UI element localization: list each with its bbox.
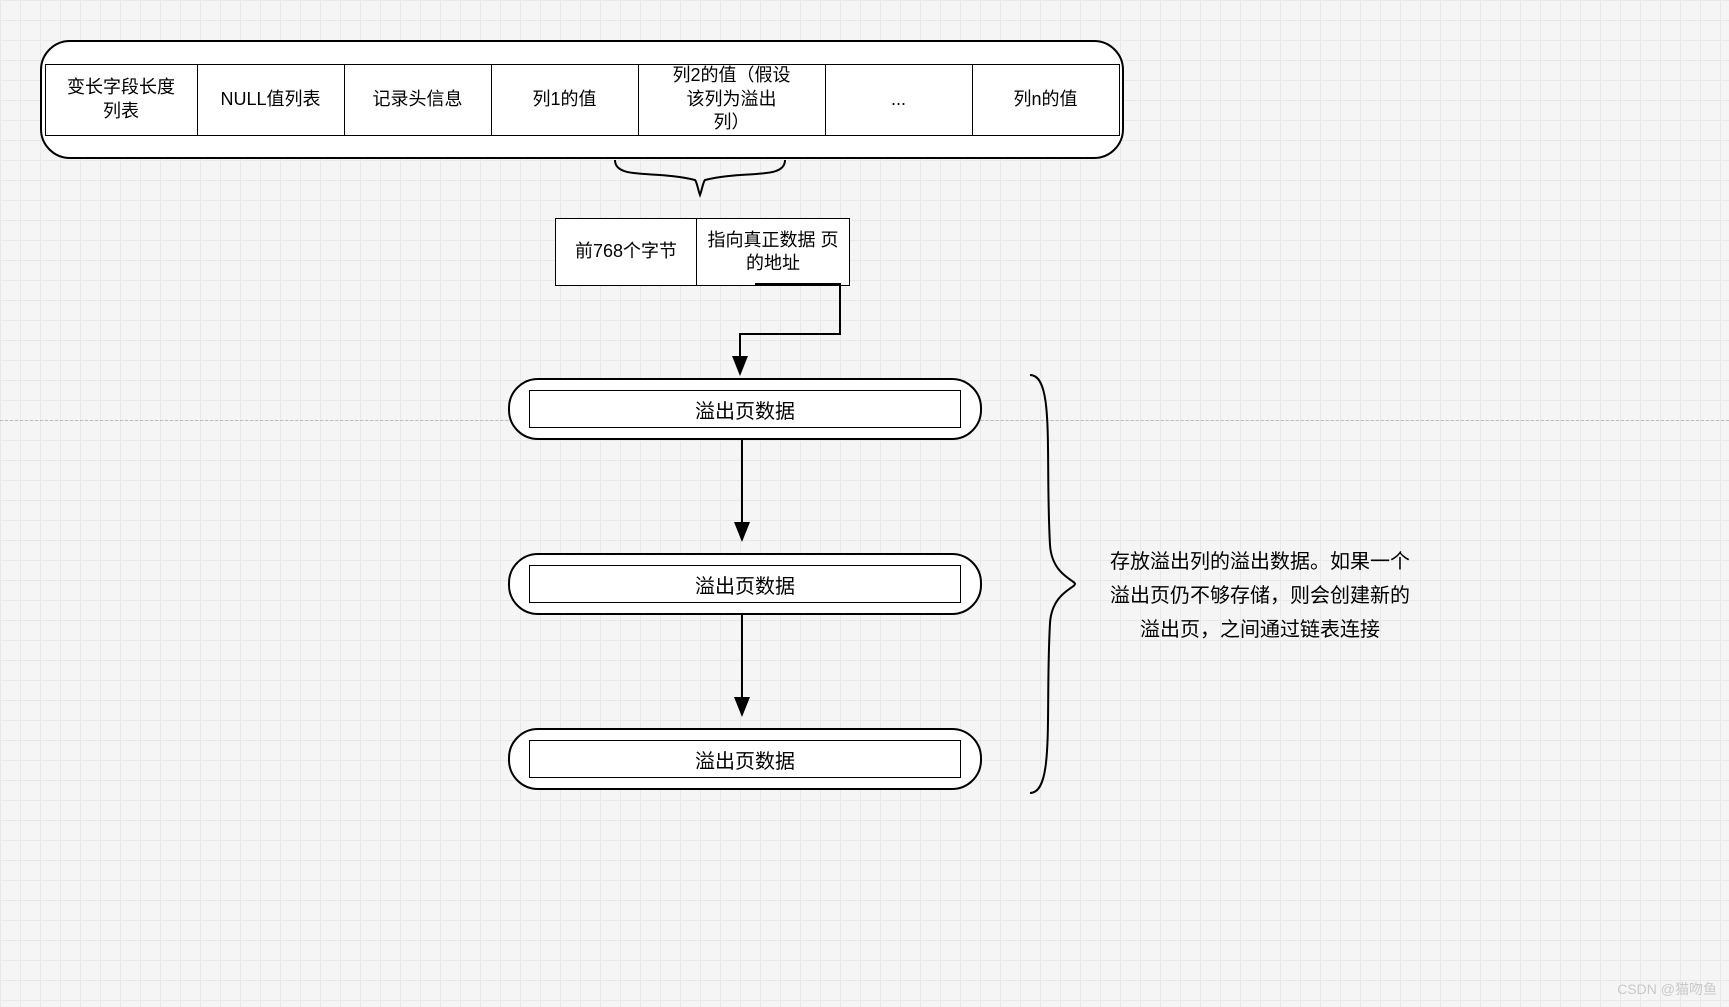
annotation-line-2: 溢出页仍不够存储，则会创建新的 <box>1090 579 1430 613</box>
record-cell-ellipsis: ... <box>826 65 973 135</box>
overflow-page-1-label: 溢出页数据 <box>529 390 961 428</box>
overflow-detail-row: 前768个字节 指向真正数据 页的地址 <box>555 218 850 286</box>
record-cell-col1: 列1的值 <box>492 65 639 135</box>
overflow-page-3-label: 溢出页数据 <box>529 740 961 778</box>
record-cell-null-list: NULL值列表 <box>198 65 345 135</box>
watermark: CSDN @猫吻鱼 <box>1617 979 1717 999</box>
annotation-text: 存放溢出列的溢出数据。如果一个 溢出页仍不够存储，则会创建新的 溢出页，之间通过… <box>1090 545 1430 647</box>
annotation-line-3: 溢出页，之间通过链表连接 <box>1090 613 1430 647</box>
record-cell-col2-overflow: 列2的值（假设 该列为溢出 列） <box>639 65 826 135</box>
overflow-page-2-label: 溢出页数据 <box>529 565 961 603</box>
arrow-page1-to-page2 <box>735 440 755 550</box>
arrow-page2-to-page3 <box>735 615 755 725</box>
cell-768-bytes: 前768个字节 <box>556 219 697 285</box>
annotation-line-1: 存放溢出列的溢出数据。如果一个 <box>1090 545 1430 579</box>
record-cell-coln: 列n的值 <box>973 65 1119 135</box>
record-container: 变长字段长度 列表 NULL值列表 记录头信息 列1的值 列2的值（假设 该列为… <box>40 40 1124 159</box>
arrow-pointer-to-page1 <box>740 284 860 384</box>
overflow-page-2: 溢出页数据 <box>508 553 982 615</box>
record-row: 变长字段长度 列表 NULL值列表 记录头信息 列1的值 列2的值（假设 该列为… <box>45 64 1120 136</box>
brace-col2 <box>615 160 785 200</box>
brace-overflow-pages <box>1030 375 1080 793</box>
record-cell-varlen: 变长字段长度 列表 <box>46 65 198 135</box>
cell-pointer: 指向真正数据 页的地址 <box>697 219 849 285</box>
overflow-page-3: 溢出页数据 <box>508 728 982 790</box>
record-cell-header: 记录头信息 <box>345 65 492 135</box>
overflow-page-1: 溢出页数据 <box>508 378 982 440</box>
